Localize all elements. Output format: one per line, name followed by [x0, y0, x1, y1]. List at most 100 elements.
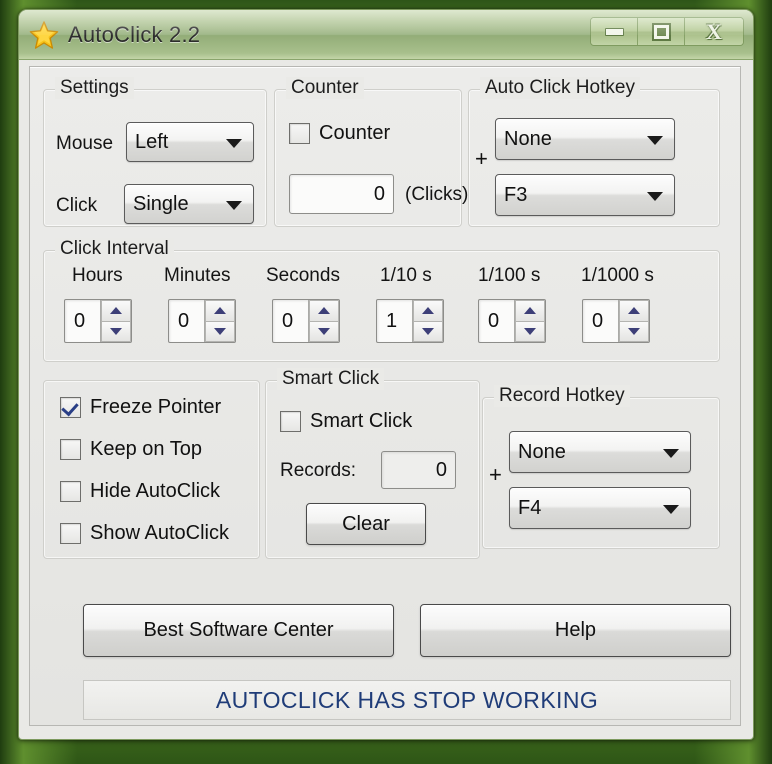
triangle-down-icon — [524, 327, 536, 335]
hours-label: Hours — [72, 265, 123, 286]
hundredth-second-spin-down[interactable] — [515, 320, 545, 342]
triangle-up-icon — [524, 307, 536, 315]
hours-spin-up[interactable] — [101, 300, 131, 321]
title-bar: AutoClick 2.2 X — [19, 10, 753, 60]
options-group: Freeze Pointer Keep on Top Hide AutoClic… — [43, 380, 260, 559]
chevron-down-icon — [663, 449, 679, 458]
minutes-spin-buttons[interactable] — [204, 300, 235, 342]
minutes-spin-down[interactable] — [205, 320, 235, 342]
minutes-value: 0 — [178, 309, 190, 332]
hours-value: 0 — [74, 309, 86, 332]
thousandth-second-stepper[interactable]: 0 — [582, 299, 650, 343]
mouse-label: Mouse — [56, 133, 114, 154]
seconds-spin-up[interactable] — [309, 300, 339, 321]
clear-button[interactable]: Clear — [306, 503, 426, 545]
tenth-second-label: 1/10 s — [380, 265, 432, 286]
smart-click-checkbox-row[interactable]: Smart Click — [280, 410, 412, 433]
minutes-stepper[interactable]: 0 — [168, 299, 236, 343]
best-software-center-label: Best Software Center — [143, 619, 334, 641]
maximize-icon — [651, 22, 671, 41]
chevron-down-icon — [647, 136, 663, 145]
counter-input-value: 0 — [373, 182, 385, 205]
option-hide-autoclick[interactable]: Hide AutoClick — [60, 480, 220, 503]
triangle-down-icon — [110, 327, 122, 335]
show-autoclick-checkbox[interactable] — [60, 523, 81, 544]
help-button[interactable]: Help — [420, 604, 731, 657]
seconds-value: 0 — [282, 309, 294, 332]
minutes-spin-up[interactable] — [205, 300, 235, 321]
keep-on-top-checkbox[interactable] — [60, 439, 81, 460]
client-area: Settings Mouse Left Click Single Counter… — [29, 66, 741, 726]
auto-click-hotkey-modifier-value: None — [504, 127, 552, 150]
hundredth-second-label: 1/100 s — [478, 265, 541, 286]
records-value: 0 — [435, 458, 447, 481]
minimize-button[interactable] — [591, 18, 638, 45]
best-software-center-button[interactable]: Best Software Center — [83, 604, 394, 657]
option-show-autoclick[interactable]: Show AutoClick — [60, 522, 229, 545]
keep-on-top-label: Keep on Top — [90, 438, 202, 460]
counter-input[interactable]: 0 — [289, 174, 394, 214]
records-label: Records: — [280, 460, 357, 481]
autoclick-window: AutoClick 2.2 X Settings Mouse Left Clic… — [18, 9, 754, 740]
thousandth-second-label: 1/1000 s — [581, 265, 654, 286]
seconds-stepper[interactable]: 0 — [272, 299, 340, 343]
hours-spin-buttons[interactable] — [100, 300, 131, 342]
counter-units-label: (Clicks) — [405, 184, 469, 205]
tenth-second-spin-down[interactable] — [413, 320, 443, 342]
freeze-pointer-checkbox[interactable] — [60, 397, 81, 418]
triangle-down-icon — [318, 327, 330, 335]
smart-click-group: Smart Click Smart Click Records: 0 Clear — [265, 368, 480, 559]
triangle-up-icon — [628, 307, 640, 315]
tenth-second-spin-up[interactable] — [413, 300, 443, 321]
click-select[interactable]: Single — [124, 184, 254, 224]
smart-click-checkbox[interactable] — [280, 411, 301, 432]
mouse-select[interactable]: Left — [126, 122, 254, 162]
auto-click-hotkey-group: Auto Click Hotkey + None F3 — [468, 77, 720, 227]
record-hotkey-modifier-select[interactable]: None — [509, 431, 691, 473]
chevron-down-icon — [663, 505, 679, 514]
auto-click-hotkey-key-select[interactable]: F3 — [495, 174, 675, 216]
triangle-down-icon — [214, 327, 226, 335]
hundredth-second-stepper[interactable]: 0 — [478, 299, 546, 343]
desktop-background: AutoClick 2.2 X Settings Mouse Left Clic… — [0, 0, 772, 764]
show-autoclick-label: Show AutoClick — [90, 522, 229, 544]
thousandth-second-spin-down[interactable] — [619, 320, 649, 342]
minimize-icon — [604, 27, 624, 36]
hide-autoclick-checkbox[interactable] — [60, 481, 81, 502]
seconds-spin-buttons[interactable] — [308, 300, 339, 342]
maximize-button[interactable] — [638, 18, 685, 45]
hundredth-second-spin-up[interactable] — [515, 300, 545, 321]
mouse-select-value: Left — [135, 130, 169, 153]
counter-group: Counter Counter 0 (Clicks) — [274, 77, 468, 227]
counter-checkbox-row[interactable]: Counter — [289, 122, 390, 145]
triangle-up-icon — [422, 307, 434, 315]
triangle-up-icon — [214, 307, 226, 315]
window-title: AutoClick 2.2 — [68, 21, 201, 47]
record-hotkey-key-select[interactable]: F4 — [509, 487, 691, 529]
close-button[interactable]: X — [685, 18, 743, 45]
smart-click-checkbox-label: Smart Click — [310, 410, 413, 432]
auto-click-hotkey-modifier-select[interactable]: None — [495, 118, 675, 160]
tenth-second-stepper[interactable]: 1 — [376, 299, 444, 343]
settings-group: Settings Mouse Left Click Single — [43, 77, 267, 227]
settings-group-label: Settings — [55, 77, 134, 99]
hours-stepper[interactable]: 0 — [64, 299, 132, 343]
option-freeze-pointer[interactable]: Freeze Pointer — [60, 396, 221, 419]
click-select-value: Single — [133, 192, 189, 215]
seconds-spin-down[interactable] — [309, 320, 339, 342]
hundredth-second-spin-buttons[interactable] — [514, 300, 545, 342]
hundredth-second-value: 0 — [488, 309, 500, 332]
click-interval-group: Click Interval Hours 0 Minutes 0 Seconds… — [43, 238, 720, 362]
hide-autoclick-label: Hide AutoClick — [90, 480, 221, 502]
auto-click-hotkey-group-label: Auto Click Hotkey — [480, 77, 640, 99]
minutes-label: Minutes — [164, 265, 231, 286]
counter-checkbox[interactable] — [289, 123, 310, 144]
seconds-label: Seconds — [266, 265, 340, 286]
hours-spin-down[interactable] — [101, 320, 131, 342]
click-label: Click — [56, 195, 98, 216]
status-bar: AUTOCLICK HAS STOP WORKING — [83, 680, 731, 720]
option-keep-on-top[interactable]: Keep on Top — [60, 438, 202, 461]
thousandth-second-spin-up[interactable] — [619, 300, 649, 321]
tenth-second-spin-buttons[interactable] — [412, 300, 443, 342]
thousandth-second-spin-buttons[interactable] — [618, 300, 649, 342]
